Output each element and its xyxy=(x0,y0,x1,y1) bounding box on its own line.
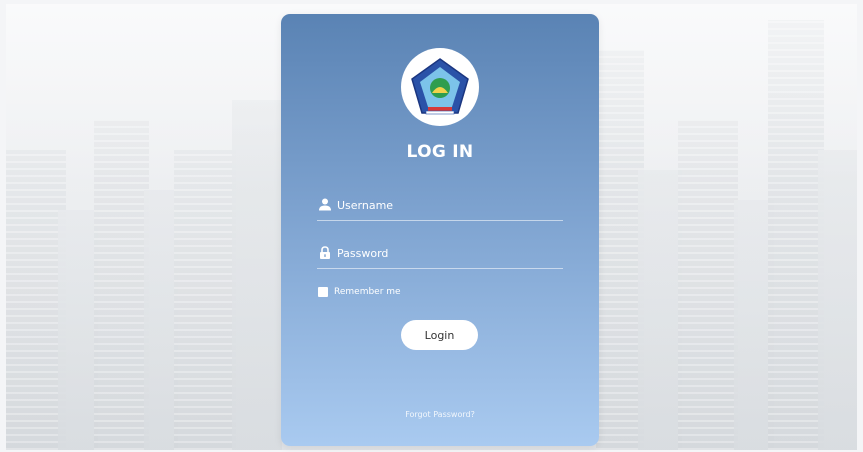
remember-me-label: Remember me xyxy=(334,287,401,297)
remember-me[interactable]: Remember me xyxy=(318,287,401,297)
password-field-wrapper xyxy=(317,242,563,269)
password-input[interactable] xyxy=(337,242,559,264)
login-card: LOG IN Remember me Login Forgot Password… xyxy=(281,14,599,446)
username-field-wrapper xyxy=(317,194,563,221)
user-icon xyxy=(319,198,331,211)
page-title: LOG IN xyxy=(406,142,474,162)
forgot-password-link[interactable]: Forgot Password? xyxy=(281,410,599,419)
lock-icon xyxy=(320,246,330,259)
remember-me-checkbox[interactable] xyxy=(318,287,328,297)
login-button[interactable]: Login xyxy=(401,320,478,350)
school-emblem-logo xyxy=(411,58,469,115)
school-logo xyxy=(401,48,479,126)
login-page: LOG IN Remember me Login Forgot Password… xyxy=(0,0,863,452)
username-input[interactable] xyxy=(337,194,559,216)
